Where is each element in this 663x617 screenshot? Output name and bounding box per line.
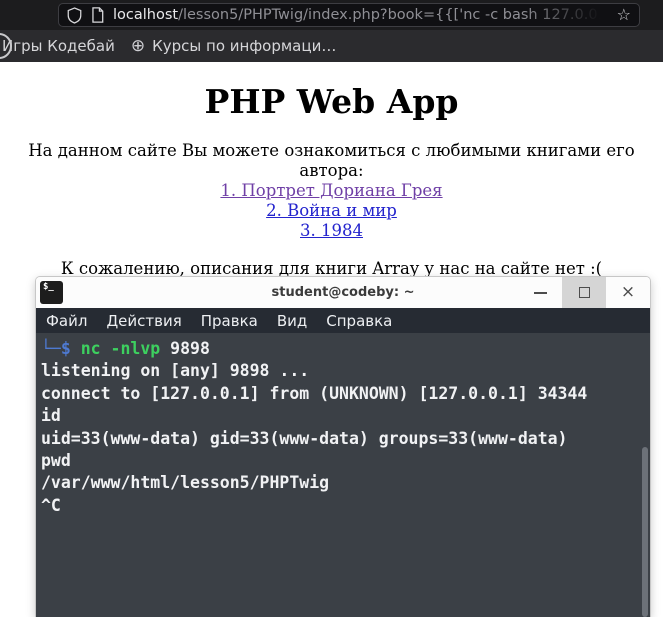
shield-icon — [67, 6, 82, 24]
book-link-2[interactable]: 2. Война и мир — [266, 201, 397, 220]
page-title: PHP Web App — [204, 82, 459, 121]
close-button[interactable]: × — [606, 277, 650, 308]
shell-prompt: └─$ — [41, 339, 81, 358]
url-host: localhost — [113, 7, 179, 23]
menu-actions[interactable]: Действия — [106, 312, 181, 330]
bookmarks-bar: Игры Кодебай ⊕ Курсы по информаци… — [0, 30, 663, 62]
command-nc: nc — [80, 339, 101, 358]
bookmark-star-icon[interactable]: ☆ — [617, 7, 631, 23]
terminal-line: connect to [127.0.0.1] from (UNKNOWN) [1… — [41, 383, 588, 403]
terminal-output[interactable]: └─$ nc -nlvp 9898 listening on [any] 989… — [36, 333, 650, 617]
terminal-line: ^C — [41, 495, 61, 515]
bookmark-kursy[interactable]: ⊕ Курсы по информаци… — [123, 30, 344, 62]
minimize-icon — [533, 291, 547, 294]
bookmark-label: Курсы по информаци… — [152, 37, 337, 55]
book-link-1[interactable]: 1. Портрет Дориана Грея — [220, 181, 442, 200]
close-icon: × — [620, 282, 636, 302]
bookmark-igry-kodebay[interactable]: Игры Кодебай — [0, 30, 123, 62]
command-port: 9898 — [160, 339, 210, 358]
terminal-menubar: Файл Действия Правка Вид Справка — [36, 308, 650, 333]
book-link-3[interactable]: 3. 1984 — [300, 221, 363, 240]
terminal-line-prompt: └─$ nc -nlvp 9898 — [41, 338, 650, 360]
menu-file[interactable]: Файл — [46, 312, 87, 330]
address-bar[interactable]: localhost/lesson5/PHPTwig/index.php?book… — [58, 3, 640, 27]
terminal-line: uid=33(www-data) gid=33(www-data) groups… — [41, 428, 568, 448]
globe-icon: ⊕ — [130, 35, 146, 56]
intro-text: На данном сайте Вы можете ознакомиться с… — [28, 141, 635, 180]
terminal-line: pwd — [41, 451, 71, 471]
menu-view[interactable]: Вид — [277, 312, 307, 330]
terminal-line: /var/www/html/lesson5/PHPTwig — [41, 473, 330, 493]
url-text[interactable]: localhost/lesson5/PHPTwig/index.php?book… — [113, 7, 611, 23]
terminal-titlebar[interactable]: $_ student@codeby: ~ × — [36, 277, 650, 308]
menu-help[interactable]: Справка — [326, 312, 392, 330]
menu-edit[interactable]: Правка — [201, 312, 258, 330]
browser-toolbar: localhost/lesson5/PHPTwig/index.php?book… — [0, 0, 663, 30]
minimize-button[interactable] — [518, 277, 562, 308]
no-description-notice: К сожалению, описания для книги Array у … — [60, 259, 603, 278]
intro-block: На данном сайте Вы можете ознакомиться с… — [0, 141, 663, 241]
command-args: -nlvp — [100, 339, 161, 358]
bookmark-label: Игры Кодебай — [2, 37, 115, 55]
terminal-line: listening on [any] 9898 ... — [41, 361, 310, 381]
terminal-window: $_ student@codeby: ~ × Файл Действия Пра… — [36, 277, 650, 617]
window-controls: × — [518, 277, 650, 308]
terminal-line: id — [41, 406, 61, 426]
page-icon — [92, 7, 104, 23]
url-path: /lesson5/PHPTwig/index.php?book={{['nc -… — [178, 7, 611, 23]
maximize-icon — [578, 287, 590, 298]
terminal-app-icon: $_ — [40, 281, 63, 304]
scrollbar-thumb[interactable] — [642, 447, 648, 617]
maximize-button[interactable] — [562, 277, 606, 308]
